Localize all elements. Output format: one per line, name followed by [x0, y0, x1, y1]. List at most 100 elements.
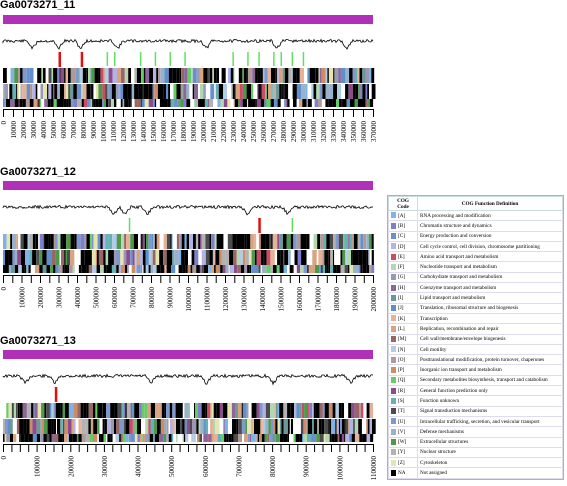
legend-code-cell: [B] — [388, 220, 418, 232]
legend-row: [A] RNA processing and modification — [388, 209, 563, 222]
gene-block — [24, 265, 27, 273]
gene-block — [62, 84, 65, 99]
gene-block — [103, 434, 107, 442]
gene-block — [104, 68, 109, 83]
gene-block — [219, 250, 222, 265]
gene-block — [322, 403, 325, 418]
axis-tick — [73, 109, 74, 117]
axis-tick — [43, 109, 44, 117]
legend-row: [R] General function prediction only — [388, 385, 563, 397]
red-marker — [258, 218, 261, 233]
gene-block — [334, 434, 338, 442]
legend-code-cell: [V] — [388, 426, 418, 438]
legend-row: [T] Signal transduction mechanisms — [388, 405, 563, 417]
tick-label: 600000 — [202, 456, 210, 478]
gene-block — [3, 434, 5, 442]
legend-code: [E] — [398, 253, 405, 260]
gene-block — [196, 234, 199, 249]
legend-swatch — [391, 459, 396, 466]
gene-block — [236, 250, 240, 265]
tick-label: 1300000 — [241, 287, 249, 312]
gene-block — [20, 250, 25, 265]
gene-block — [229, 68, 231, 83]
axis-tick — [151, 275, 152, 283]
gene-block — [40, 419, 42, 434]
gene-block — [100, 68, 104, 83]
gene-block — [328, 99, 333, 107]
gene-block — [44, 403, 47, 418]
gene-block — [251, 265, 255, 273]
gene-block — [125, 403, 127, 418]
gene-block — [122, 99, 125, 107]
legend-swatch — [391, 449, 396, 456]
axis-tick — [255, 444, 257, 452]
gene-block — [261, 265, 267, 273]
gene-block — [81, 265, 87, 273]
gene-block — [3, 84, 5, 99]
legend-swatch — [391, 325, 396, 332]
gene-block — [46, 250, 52, 265]
gene-block — [135, 265, 137, 273]
gene-block — [240, 250, 243, 265]
gene-block — [207, 68, 210, 83]
gene-block — [145, 419, 149, 434]
gene-block — [351, 403, 355, 418]
gene-block — [12, 419, 17, 434]
gene-block — [13, 403, 16, 418]
gene-block — [144, 99, 149, 107]
gene-block — [242, 403, 247, 418]
axis-tick — [356, 444, 358, 452]
gene-block — [10, 99, 15, 107]
gene-block — [3, 68, 7, 83]
gene-block — [244, 434, 248, 442]
gene-block — [131, 68, 135, 83]
gene-block — [105, 84, 108, 99]
gene-block — [172, 234, 177, 249]
gene-block — [313, 234, 318, 249]
gene-block — [345, 84, 349, 99]
legend-definition: Amino acid transport and metabolism — [417, 251, 563, 263]
gene-block — [68, 99, 71, 107]
legend-header-definition: COG Function Definition — [417, 196, 563, 211]
gene-block — [193, 434, 196, 442]
tick-label: 700000 — [130, 287, 138, 309]
gene-block — [256, 250, 261, 265]
legend-code-cell: [A] — [388, 209, 418, 222]
gene-block — [284, 250, 288, 265]
red-marker — [54, 387, 58, 402]
red-marker — [80, 52, 84, 67]
gene-block — [249, 265, 251, 273]
gene-block — [342, 250, 346, 265]
legend-code-cell: NA — [388, 467, 418, 479]
gene-block — [180, 419, 183, 434]
gene-block — [254, 419, 257, 434]
gene-block — [324, 403, 329, 418]
gene-block — [366, 403, 370, 418]
gene-block — [251, 250, 255, 265]
gene-block — [211, 403, 214, 418]
tick-label: 220000 — [220, 121, 228, 143]
gene-block — [180, 84, 183, 99]
gene-block — [228, 434, 232, 442]
gene-block — [187, 68, 192, 83]
gene-block — [3, 99, 5, 107]
axis-tick — [215, 275, 217, 283]
gene-block — [311, 434, 313, 442]
gene-block — [329, 419, 332, 434]
gene-block — [357, 234, 361, 249]
axis-tick — [53, 109, 54, 117]
gene-block — [326, 234, 330, 249]
gene-block — [58, 265, 63, 273]
gene-block — [289, 265, 293, 273]
tick-label: 1000000 — [185, 287, 193, 312]
gene-block — [309, 403, 312, 418]
axis-tick — [86, 275, 88, 283]
legend-row: [N] Cell motility — [388, 343, 563, 356]
gene-block — [278, 68, 283, 83]
gene-block — [43, 68, 46, 83]
gene-block — [259, 434, 262, 442]
axis-tick — [171, 444, 173, 452]
gene-block — [75, 68, 79, 83]
gene-block — [282, 68, 285, 83]
tick-label: 1800000 — [333, 287, 341, 312]
